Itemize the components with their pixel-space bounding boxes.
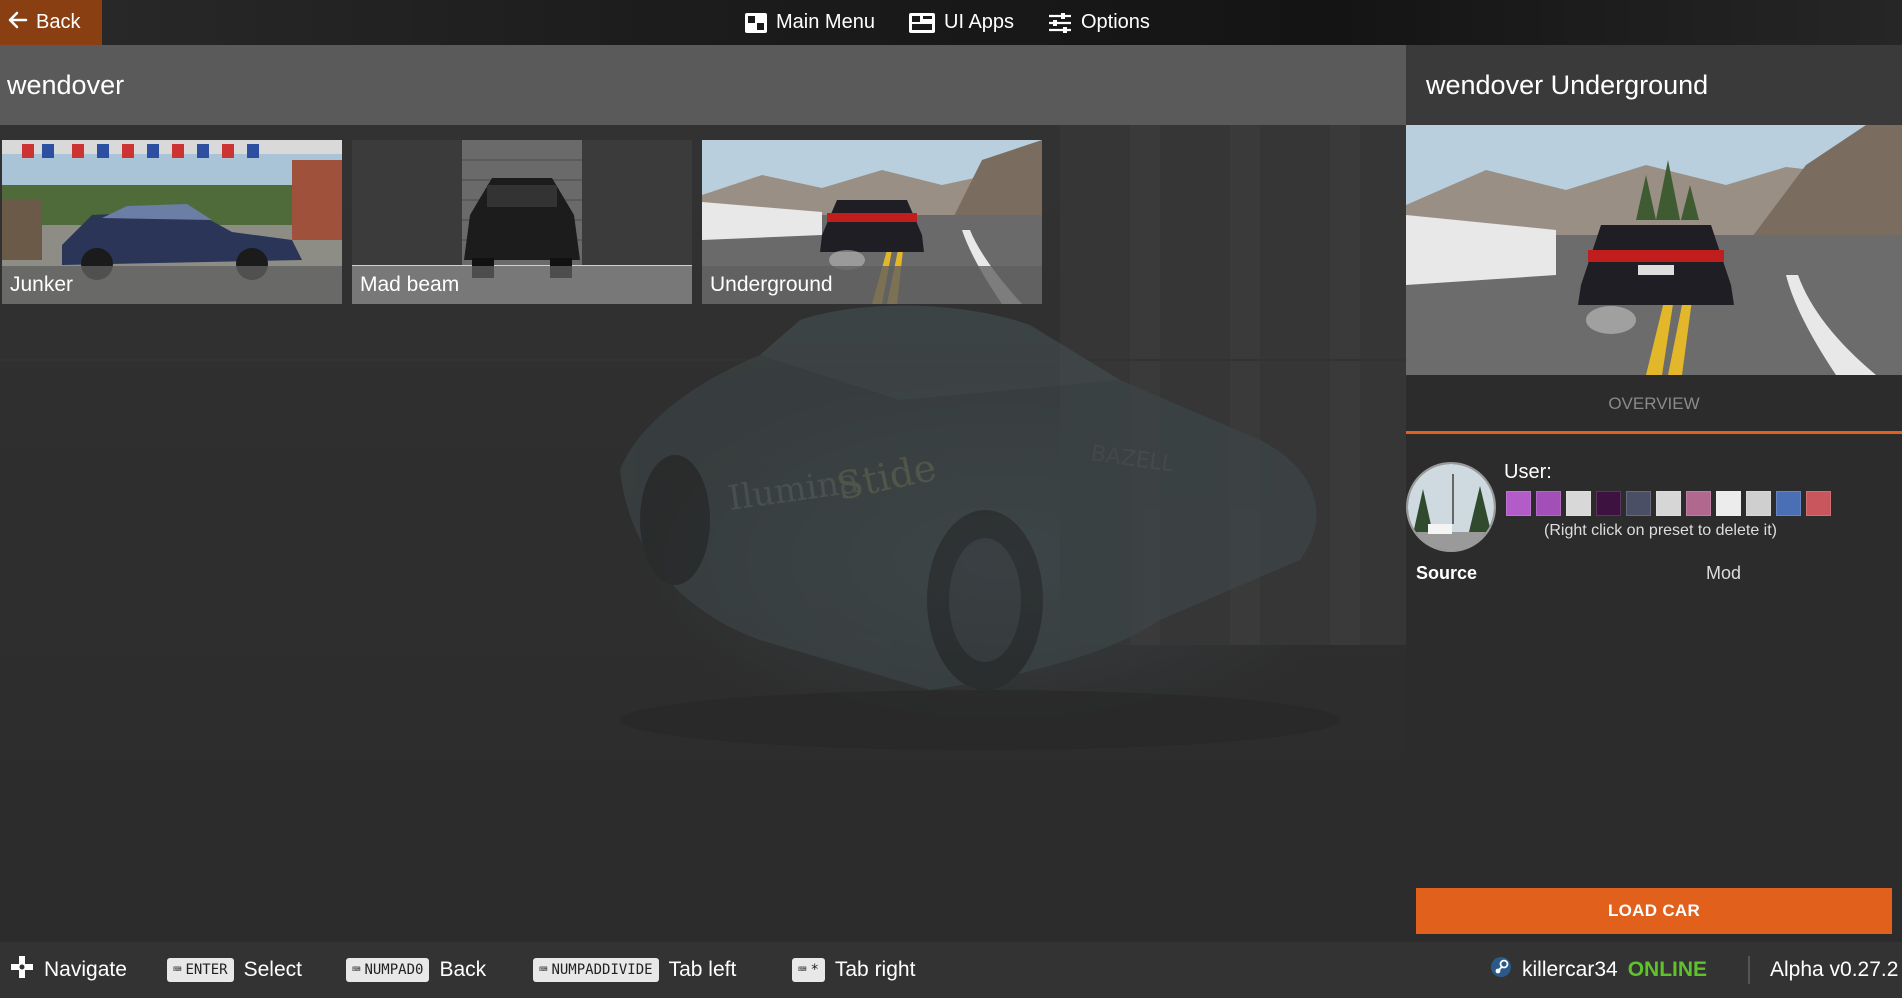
source-label: Source xyxy=(1416,563,1478,583)
detail-title-text: wendover Underground xyxy=(1426,69,1709,100)
gamepad-dpad-icon xyxy=(10,955,34,985)
color-preset-swatch[interactable] xyxy=(1776,491,1801,516)
hint-tab-left: ⌨ NUMPADDIVIDE Tab left xyxy=(533,942,736,998)
config-tile-junker[interactable]: Junker xyxy=(2,140,342,304)
hint-navigate: Navigate xyxy=(10,942,127,998)
hint-navigate-label: Navigate xyxy=(44,958,127,981)
detail-panel: wendover Underground OVERVIEW User: (Rig… xyxy=(1406,45,1902,941)
divider xyxy=(1748,956,1750,984)
load-car-button[interactable]: LOAD CAR xyxy=(1416,888,1892,934)
detail-title: wendover Underground xyxy=(1406,45,1902,125)
color-preset-swatch[interactable] xyxy=(1536,491,1561,516)
arrow-left-icon xyxy=(8,10,28,36)
preview-image xyxy=(1406,125,1902,375)
options-button[interactable]: Options xyxy=(1047,0,1150,45)
keyboard-icon: ⌨ xyxy=(173,962,182,978)
ui-apps-button[interactable]: UI Apps xyxy=(908,0,1014,45)
version-label: Alpha v0.27.2 xyxy=(1770,958,1899,981)
color-preset-swatch[interactable] xyxy=(1746,491,1771,516)
hint-back: ⌨ NUMPAD0 Back xyxy=(346,942,486,998)
color-preset-swatch[interactable] xyxy=(1626,491,1651,516)
steam-icon xyxy=(1490,956,1512,984)
source-avatar xyxy=(1406,462,1496,552)
source-value: Mod xyxy=(1706,563,1742,583)
ui-apps-icon xyxy=(908,12,936,34)
user-presets-label: User: xyxy=(1504,461,1552,483)
keyboard-icon: ⌨ xyxy=(798,962,807,978)
config-tile-mad-beam[interactable]: Mad beam xyxy=(352,140,692,304)
tab-active-indicator xyxy=(1406,431,1902,434)
main-menu-button[interactable]: Main Menu xyxy=(744,0,875,45)
online-status: ONLINE xyxy=(1627,958,1708,981)
keyboard-icon: ⌨ xyxy=(539,962,548,978)
color-preset-swatch[interactable] xyxy=(1566,491,1591,516)
key-numpad0: ⌨ NUMPAD0 xyxy=(346,958,430,982)
username: killercar34 xyxy=(1522,958,1618,981)
hint-back-label: Back xyxy=(439,958,487,981)
key-numpaddivide: ⌨ NUMPADDIVIDE xyxy=(533,958,659,982)
tile-label: Junker xyxy=(2,266,342,304)
color-preset-swatch[interactable] xyxy=(1506,491,1531,516)
color-preset-swatch[interactable] xyxy=(1656,491,1681,516)
key-enter: ⌨ ENTER xyxy=(167,958,234,982)
main-menu-label: Main Menu xyxy=(776,11,875,33)
key-numpad0-text: NUMPAD0 xyxy=(364,962,424,978)
color-preset-swatch[interactable] xyxy=(1596,491,1621,516)
back-label: Back xyxy=(36,11,81,33)
keyboard-icon: ⌨ xyxy=(352,962,361,978)
options-icon xyxy=(1047,12,1073,34)
hint-tab-left-label: Tab left xyxy=(668,958,737,981)
color-preset-swatch[interactable] xyxy=(1806,491,1831,516)
back-button[interactable]: Back xyxy=(0,0,102,45)
top-bar: Back Main Menu UI Apps Options xyxy=(0,0,1902,45)
tab-overview[interactable]: OVERVIEW xyxy=(1406,375,1902,433)
version-info: Alpha v0.27.2 xyxy=(1770,942,1898,998)
preset-delete-hint: (Right click on preset to delete it) xyxy=(1544,522,1777,539)
user-status: killercar34 ONLINE xyxy=(1490,942,1707,998)
tile-label: Mad beam xyxy=(352,266,692,304)
ui-apps-label: UI Apps xyxy=(944,11,1015,33)
color-preset-swatch[interactable] xyxy=(1686,491,1711,516)
color-preset-swatch[interactable] xyxy=(1716,491,1741,516)
hint-select: ⌨ ENTER Select xyxy=(167,942,302,998)
bottom-bar: Navigate ⌨ ENTER Select ⌨ NUMPAD0 Back ⌨ NU… xyxy=(0,942,1902,998)
list-header: wendover xyxy=(0,45,1406,125)
hint-select-label: Select xyxy=(243,958,302,981)
main-menu-icon xyxy=(744,12,768,34)
key-multiply: ⌨ * xyxy=(792,958,825,982)
hint-tab-right: ⌨ * Tab right xyxy=(792,942,915,998)
key-multiply-text: * xyxy=(810,962,819,978)
color-presets xyxy=(1506,491,1831,516)
options-label: Options xyxy=(1081,11,1150,33)
hint-tab-right-label: Tab right xyxy=(834,958,916,981)
key-enter-text: ENTER xyxy=(185,962,228,978)
key-numpaddivide-text: NUMPADDIVIDE xyxy=(551,962,653,978)
tile-label: Underground xyxy=(702,266,1042,304)
load-car-label: LOAD CAR xyxy=(1607,901,1701,920)
tab-overview-label: OVERVIEW xyxy=(1608,394,1700,413)
list-title: wendover xyxy=(7,69,125,100)
config-tile-underground[interactable]: Underground xyxy=(702,140,1042,304)
